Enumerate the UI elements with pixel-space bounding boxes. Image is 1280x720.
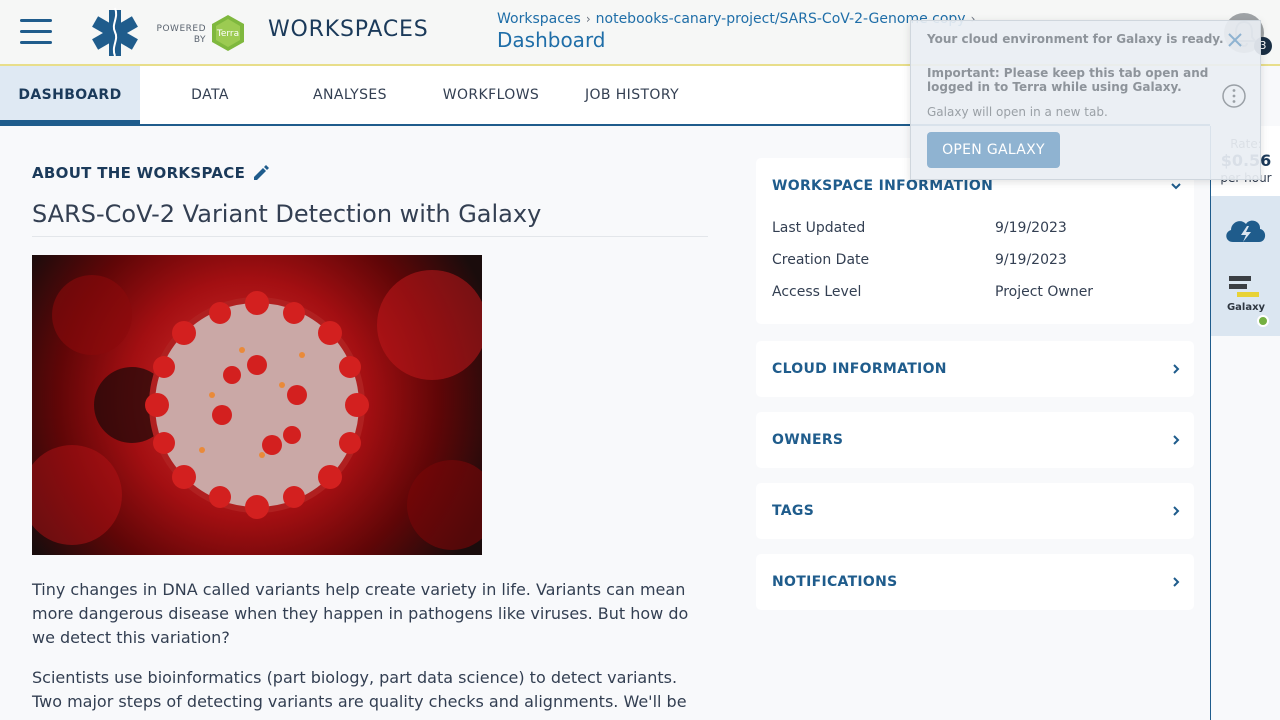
chevron-right-icon xyxy=(1173,506,1180,516)
chevron-right-icon xyxy=(1173,577,1180,587)
tab-job-history[interactable]: JOB HISTORY xyxy=(562,66,702,124)
page-title: Dashboard xyxy=(497,28,606,52)
breadcrumb-separator-icon: › xyxy=(585,12,591,26)
powered-by-label: POWERED BY xyxy=(156,24,206,45)
cloud-lightning-icon xyxy=(1226,220,1266,242)
workspace-title: SARS-CoV-2 Variant Detection with Galaxy xyxy=(32,200,708,237)
tags-toggle[interactable]: TAGS xyxy=(772,503,814,519)
about-paragraph: Scientists use bioinformatics (part biol… xyxy=(32,668,687,711)
close-icon[interactable] xyxy=(1226,31,1244,49)
info-key: Access Level xyxy=(772,284,862,300)
notifications-toggle[interactable]: NOTIFICATIONS xyxy=(772,574,898,590)
tab-analyses[interactable]: ANALYSES xyxy=(280,66,420,124)
info-key: Last Updated xyxy=(772,220,866,236)
coronavirus-image xyxy=(32,255,482,555)
info-value: 9/19/2023 xyxy=(995,220,1067,236)
cloud-environment-rail: Rate: $0.56 per hour Galaxy xyxy=(1210,126,1280,720)
workspace-information-toggle[interactable]: WORKSPACE INFORMATION xyxy=(772,178,993,194)
tab-data[interactable]: DATA xyxy=(140,66,280,124)
breadcrumb: Workspaces › notebooks-canary-project/SARS… xyxy=(497,11,980,27)
galaxy-label: Galaxy xyxy=(1226,302,1266,313)
open-galaxy-button[interactable]: OPEN GALAXY xyxy=(927,132,1060,168)
workspace-information-card: WORKSPACE INFORMATION Last Updated 9/19/… xyxy=(756,158,1194,324)
chevron-right-icon xyxy=(1173,435,1180,445)
owners-toggle[interactable]: OWNERS xyxy=(772,432,843,448)
cloud-information-toggle[interactable]: CLOUD INFORMATION xyxy=(772,361,947,377)
galaxy-app-button[interactable]: Galaxy xyxy=(1211,266,1280,336)
chevron-down-icon[interactable] xyxy=(1170,180,1182,192)
star-of-life-logo-icon[interactable] xyxy=(84,6,146,58)
chevron-right-icon xyxy=(1173,364,1180,374)
toast-message: Your cloud environment for Galaxy is rea… xyxy=(927,32,1224,46)
tags-card[interactable]: TAGS xyxy=(756,483,1194,539)
hamburger-menu-icon[interactable] xyxy=(20,19,52,47)
info-value: Project Owner xyxy=(995,284,1094,300)
cloud-environment-button[interactable] xyxy=(1211,196,1280,266)
galaxy-status-dot xyxy=(1257,315,1269,327)
about-section-label: ABOUT THE WORKSPACE xyxy=(32,164,246,182)
terra-logo-text: Terra xyxy=(216,29,239,39)
edit-pencil-icon[interactable] xyxy=(252,164,270,182)
tab-dashboard[interactable]: DASHBOARD xyxy=(0,66,140,126)
cloud-information-card[interactable]: CLOUD INFORMATION xyxy=(756,341,1194,397)
galaxy-ready-toast: Your cloud environment for Galaxy is rea… xyxy=(910,20,1261,180)
info-icon xyxy=(1222,84,1246,108)
toast-important-message: Important: Please keep this tab open and… xyxy=(927,66,1209,94)
owners-card[interactable]: OWNERS xyxy=(756,412,1194,468)
terra-logo-icon: Terra xyxy=(212,15,244,51)
info-key: Creation Date xyxy=(772,252,870,268)
tab-workflows[interactable]: WORKFLOWS xyxy=(420,66,562,124)
app-title: WORKSPACES xyxy=(268,17,429,42)
notifications-card[interactable]: NOTIFICATIONS xyxy=(756,554,1194,610)
breadcrumb-workspaces-link[interactable]: Workspaces xyxy=(497,11,581,27)
toast-note: Galaxy will open in a new tab. xyxy=(927,105,1108,119)
info-value: 9/19/2023 xyxy=(995,252,1067,268)
about-paragraph: Tiny changes in DNA called variants help… xyxy=(32,580,689,647)
